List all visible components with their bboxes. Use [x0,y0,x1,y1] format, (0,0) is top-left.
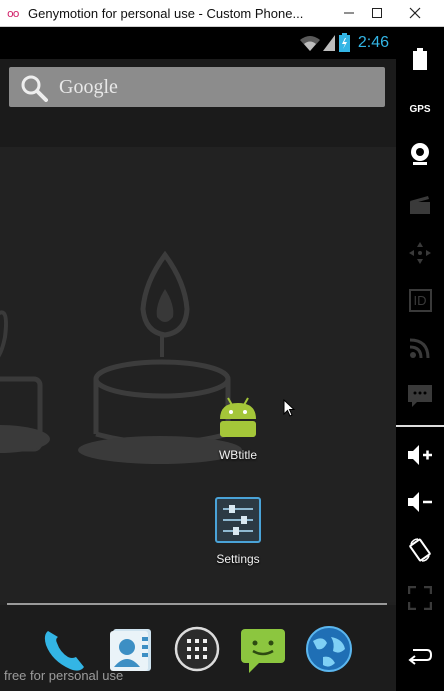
window-titlebar: oo Genymotion for personal use - Custom … [0,0,444,27]
signal-icon [323,35,335,51]
webcam-widget-button[interactable] [396,134,444,174]
sidebar-separator [396,425,444,427]
back-arrow-icon [408,649,433,665]
status-clock: 2:46 [357,34,389,51]
app-label: Settings [216,552,260,566]
back-button[interactable] [396,635,444,675]
maximize-button[interactable] [358,0,396,26]
home-wallpaper: WBtitle Settings [0,147,396,602]
maximize-icon [372,8,382,18]
rotate-button[interactable] [396,530,444,570]
battery-charging-icon [339,33,350,52]
volume-up-button[interactable] [396,435,444,475]
search-icon [21,75,48,102]
search-placeholder: Google [59,76,118,98]
gps-icon: GPS [409,103,431,115]
app-settings[interactable]: Settings [198,497,278,566]
status-bar: 2:46 [0,27,396,59]
messaging-icon [241,629,285,673]
id-icon: ID [408,288,432,312]
sms-widget-button[interactable] [396,376,444,416]
dock-browser[interactable] [305,625,355,675]
watermark-text: free for personal use [4,668,124,683]
sms-icon [408,385,432,407]
device-id-widget-button[interactable]: ID [396,280,444,320]
search-area: Google [0,59,396,147]
clapperboard-icon [410,196,430,214]
dpad-widget-button[interactable] [396,233,444,273]
browser-globe-icon [306,626,352,672]
settings-sliders-icon [215,497,261,543]
minimize-icon [344,12,354,14]
dock-messaging[interactable] [239,625,289,675]
close-icon [409,7,421,19]
rss-network-icon [409,338,430,359]
screencast-widget-button[interactable] [396,185,444,225]
mouse-cursor-icon [283,399,296,417]
app-wbtitle[interactable]: WBtitle [198,395,278,462]
pixel-perfect-button[interactable] [396,578,444,618]
battery-icon [413,48,427,70]
app-label: WBtitle [218,448,257,462]
genymotion-logo-icon: oo [7,7,20,20]
close-button[interactable] [396,0,434,26]
volume-down-icon [408,492,432,512]
dpad-icon [409,242,431,264]
android-robot-icon [220,397,256,437]
webcam-icon [411,143,429,165]
volume-up-icon [408,445,432,465]
window-title: Genymotion for personal use - Custom Pho… [28,6,304,21]
network-widget-button[interactable] [396,328,444,368]
all-apps-grid-icon [174,626,220,672]
volume-down-button[interactable] [396,482,444,522]
fullscreen-corners-icon [408,586,432,610]
gps-widget-button[interactable]: GPS [396,89,444,129]
device-screen: 2:46 Google WBtitle Settings free for pe… [0,27,396,691]
rotate-screen-icon [409,538,431,562]
wifi-icon [300,36,320,51]
dock-all-apps[interactable] [173,625,223,675]
battery-widget-button[interactable] [396,39,444,79]
genymotion-sidebar: GPS ID [396,27,444,691]
google-search-bar[interactable]: Google [9,67,385,107]
